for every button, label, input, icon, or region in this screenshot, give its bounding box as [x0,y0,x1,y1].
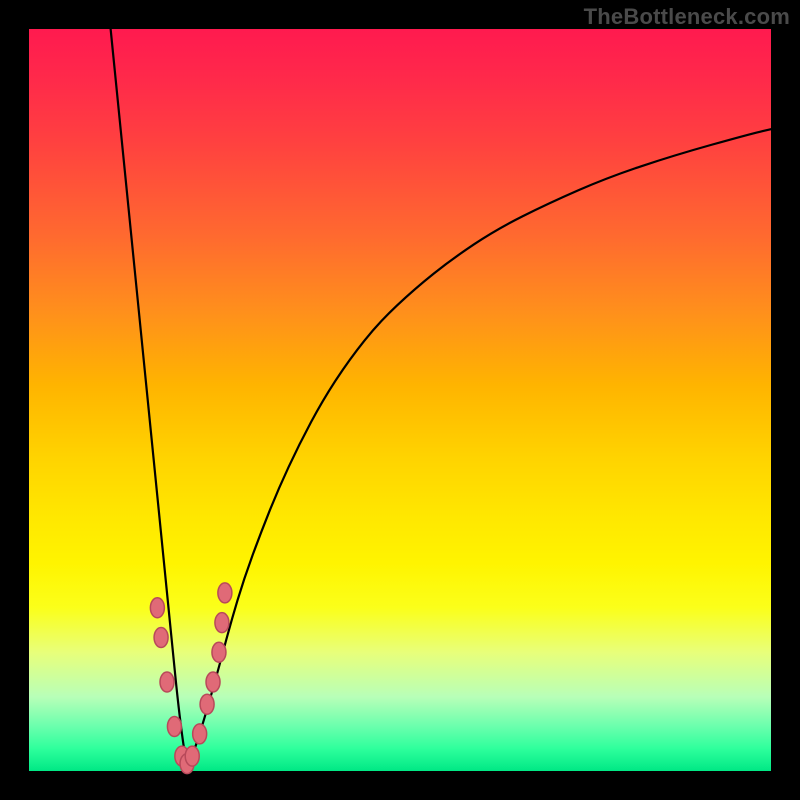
data-point [200,694,214,714]
data-point [193,724,207,744]
attribution-text: TheBottleneck.com [584,4,790,30]
chart-frame: TheBottleneck.com [0,0,800,800]
data-point [185,746,199,766]
plot-svg [29,29,771,771]
data-point [154,627,168,647]
data-point [167,716,181,736]
bottleneck-curve-left [111,29,187,764]
data-point [160,672,174,692]
data-point [215,613,229,633]
data-point [206,672,220,692]
data-point-markers [150,583,232,774]
data-point [218,583,232,603]
data-point [150,598,164,618]
bottleneck-curve-right [186,129,771,763]
data-point [212,642,226,662]
